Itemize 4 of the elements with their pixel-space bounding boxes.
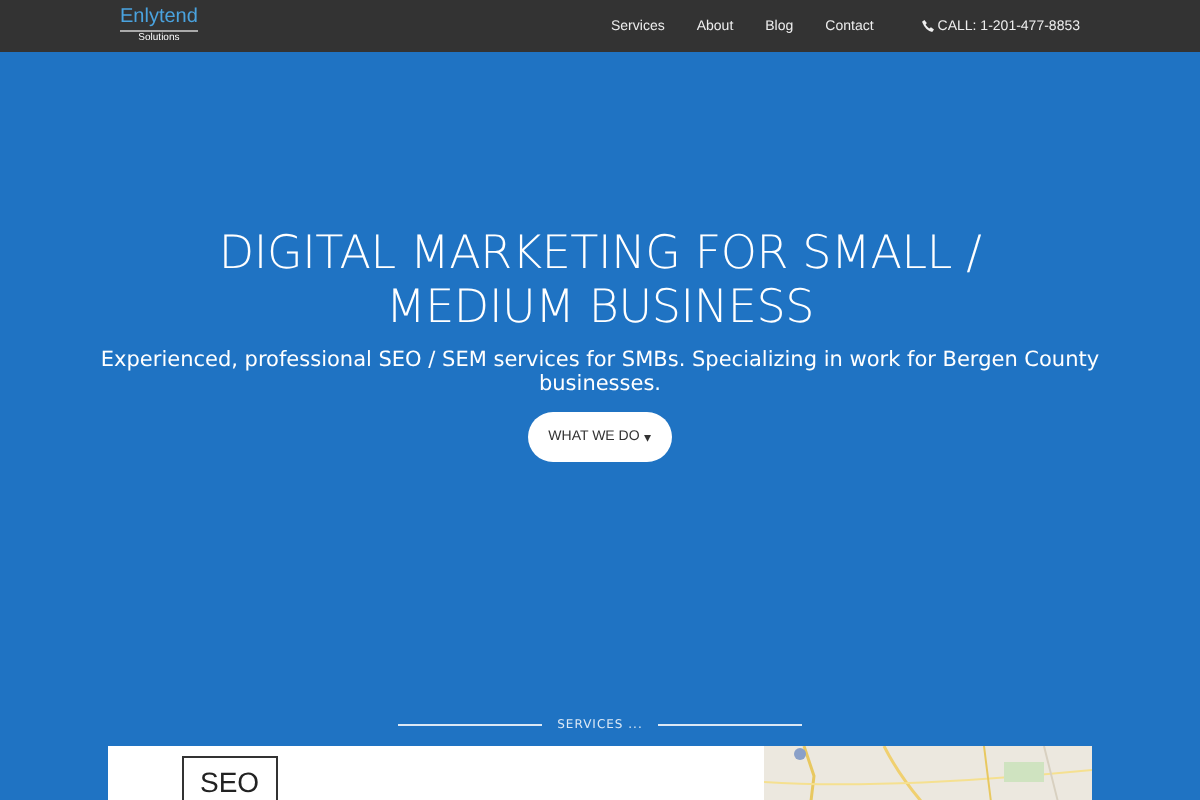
hero-title: DIGITAL MARKETING FOR SMALL / MEDIUM BUSINESS <box>216 228 984 336</box>
phone-icon <box>921 20 934 32</box>
seo-label: SEO <box>182 756 278 800</box>
hero-subtitle: Experienced, professional SEO / SEM services for SMBs. Specializing in work for Bergen County businesses. <box>100 348 1100 396</box>
